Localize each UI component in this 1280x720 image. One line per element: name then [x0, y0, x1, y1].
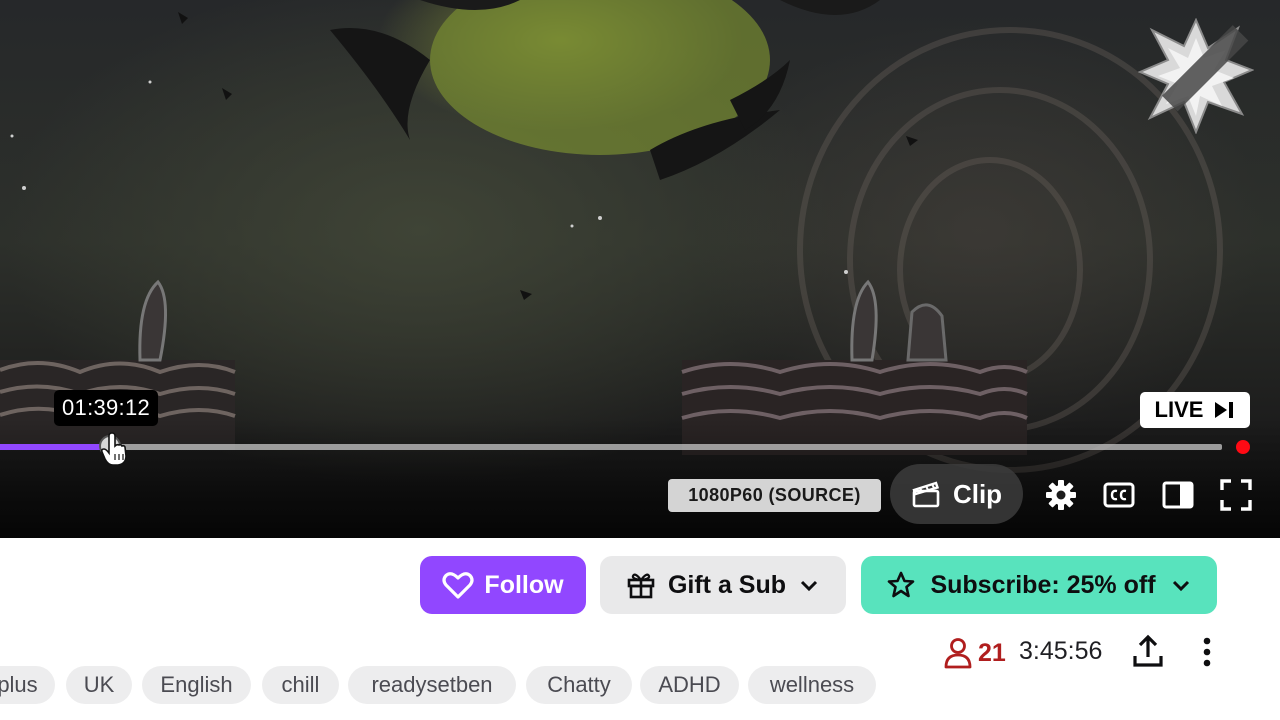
settings-icon [1046, 480, 1076, 510]
subscribe-button[interactable]: Subscribe: 25% off [861, 556, 1217, 614]
video-player[interactable]: 01:39:12 LIVE 1080P60 (SOURCE) Clip [0, 0, 1280, 538]
tag-chip[interactable]: chill [262, 666, 339, 704]
stream-uptime: 3:45:56 [1019, 637, 1103, 665]
seek-bar[interactable] [0, 435, 1222, 457]
live-label: LIVE [1154, 397, 1204, 422]
channel-logo-icon [1138, 18, 1254, 134]
star-icon [888, 571, 915, 598]
fullscreen-button[interactable] [1218, 477, 1254, 513]
fullscreen-icon [1220, 479, 1252, 511]
closed-captions-button[interactable] [1101, 477, 1137, 513]
heart-icon [442, 572, 475, 599]
viewer-count: 21 [944, 634, 1006, 672]
viewer-person-icon [944, 638, 972, 669]
tag-chip[interactable]: Chatty [526, 666, 632, 704]
gift-icon [627, 573, 655, 599]
clapperboard-icon [912, 481, 940, 508]
follow-label: Follow [484, 570, 564, 599]
theatre-mode-button[interactable] [1160, 477, 1196, 513]
skip-to-live-icon [1215, 402, 1234, 418]
quality-badge: 1080P60 (SOURCE) [668, 479, 881, 512]
tag-chip[interactable]: UK [66, 666, 132, 704]
follow-button[interactable]: Follow [420, 556, 586, 614]
viewer-count-value: 21 [978, 638, 1006, 667]
settings-button[interactable] [1043, 477, 1079, 513]
live-edge-indicator [1236, 440, 1250, 454]
go-live-button[interactable]: LIVE [1140, 392, 1250, 428]
gift-a-sub-button[interactable]: Gift a Sub [600, 556, 846, 614]
seek-bar-progress [0, 444, 110, 450]
subscribe-label: Subscribe: 25% off [930, 570, 1156, 599]
chevron-down-icon [800, 580, 818, 592]
chevron-down-icon [1172, 580, 1189, 592]
clip-button[interactable]: Clip [890, 464, 1023, 524]
controls-gradient [0, 418, 1280, 538]
tag-chip[interactable]: English [142, 666, 251, 704]
tag-chip[interactable]: wellness [748, 666, 876, 704]
tag-chip[interactable]: ADHD [640, 666, 739, 704]
tag-chip[interactable]: plus [0, 666, 55, 704]
seek-time-tooltip: 01:39:12 [54, 390, 159, 426]
tag-chip[interactable]: readysetben [348, 666, 516, 704]
gift-a-sub-label: Gift a Sub [667, 570, 787, 599]
theatre-mode-icon [1162, 481, 1194, 509]
hand-cursor-icon [100, 432, 127, 466]
more-options-icon[interactable] [1194, 634, 1220, 670]
clip-label: Clip [952, 478, 1003, 509]
share-icon[interactable] [1130, 634, 1166, 670]
closed-captions-icon [1103, 482, 1135, 508]
